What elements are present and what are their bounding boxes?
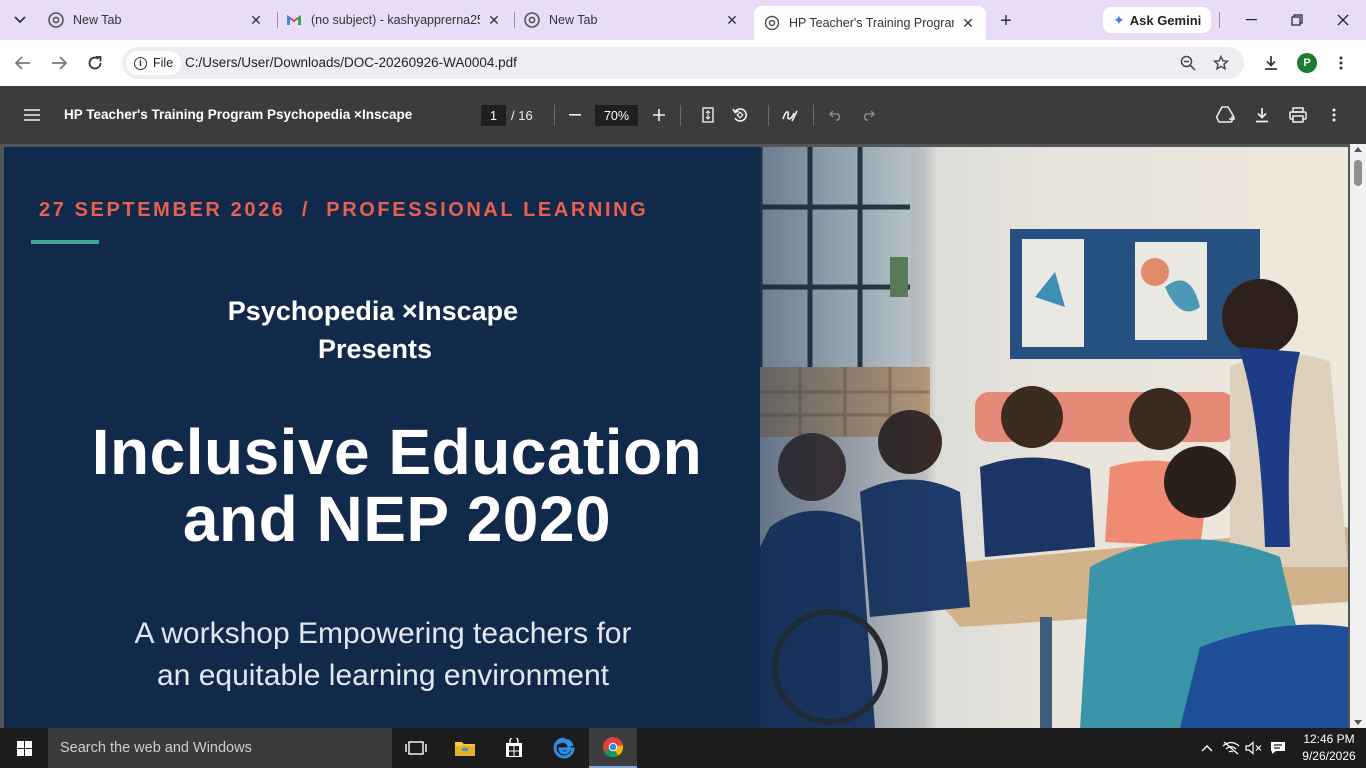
presenter-line-1: Psychopedia ×Inscape xyxy=(227,296,519,326)
headline-line-2: and NEP 2020 xyxy=(182,483,612,555)
ask-gemini-button[interactable]: ✦ Ask Gemini xyxy=(1103,7,1212,33)
tab-gmail[interactable]: (no subject) - kashyapprerna250 ✕ xyxy=(276,6,512,34)
tab-title: HP Teacher's Training Program Psychopedi… xyxy=(789,16,954,30)
scroll-down-arrow-icon[interactable] xyxy=(1354,720,1362,725)
gemini-sparkle-icon: ✦ xyxy=(1113,11,1125,28)
zoom-in-icon[interactable] xyxy=(648,104,670,126)
cover-subtitle: A workshop Empowering teachers for an eq… xyxy=(4,613,762,697)
cover-headline: Inclusive Education and NEP 2020 xyxy=(4,419,790,553)
date-category-kicker: 27 SEPTEMBER 2026 / PROFESSIONAL LEARNIN… xyxy=(39,199,649,221)
file-explorer-icon[interactable] xyxy=(441,728,489,768)
pdf-document-area[interactable]: 27 SEPTEMBER 2026 / PROFESSIONAL LEARNIN… xyxy=(0,144,1366,728)
volume-muted-icon[interactable] xyxy=(1244,738,1264,758)
presenter-line-2: Presents xyxy=(317,334,433,364)
system-clock[interactable]: 12:46 PM 9/26/2026 xyxy=(1296,731,1362,765)
accent-underline xyxy=(31,240,99,244)
forward-arrow-icon[interactable] xyxy=(46,50,72,76)
store-icon[interactable] xyxy=(490,728,538,768)
tab-title: New Tab xyxy=(73,13,122,27)
page-number-input[interactable]: 1 xyxy=(481,105,506,126)
browser-menu-icon[interactable] xyxy=(1330,52,1352,74)
info-icon: i xyxy=(134,56,147,70)
bookmark-star-icon[interactable] xyxy=(1211,53,1231,73)
back-arrow-icon[interactable] xyxy=(10,50,36,76)
fit-to-page-icon[interactable] xyxy=(697,104,719,126)
new-tab-button[interactable]: + xyxy=(994,9,1018,33)
tab-new-tab-1[interactable]: New Tab ✕ xyxy=(38,6,274,34)
close-window-button[interactable] xyxy=(1320,0,1366,40)
browser-toolbar: i File C:/Users/User/Downloads/DOC-20260… xyxy=(0,40,1366,86)
zoom-out-icon[interactable] xyxy=(564,104,586,126)
edge-browser-icon[interactable] xyxy=(540,728,588,768)
profile-avatar[interactable]: P xyxy=(1297,53,1317,73)
reload-icon[interactable] xyxy=(82,50,108,76)
close-tab-icon[interactable]: ✕ xyxy=(724,12,740,28)
downloads-icon[interactable] xyxy=(1260,52,1282,74)
zoom-magnifier-icon[interactable] xyxy=(1178,53,1198,73)
toolbar-divider xyxy=(680,105,681,126)
close-tab-icon[interactable]: ✕ xyxy=(960,15,976,31)
tab-strip: New Tab ✕ (no subject) - kashyapprerna25… xyxy=(0,0,1366,40)
subtitle-line-2: an equitable learning environment xyxy=(157,659,609,692)
undo-icon[interactable] xyxy=(825,104,847,126)
address-bar[interactable]: i File C:/Users/User/Downloads/DOC-20260… xyxy=(122,47,1244,79)
gemini-label: Ask Gemini xyxy=(1129,12,1202,28)
close-tab-icon[interactable]: ✕ xyxy=(248,12,264,28)
ai-drive-icon[interactable] xyxy=(1215,104,1237,126)
start-button[interactable] xyxy=(0,728,48,768)
tab-title: (no subject) - kashyapprerna250 xyxy=(311,13,480,27)
scroll-thumb[interactable] xyxy=(1354,160,1362,186)
pdf-download-icon[interactable] xyxy=(1251,104,1273,126)
chrome-icon xyxy=(524,12,540,28)
globe-icon xyxy=(764,15,780,31)
toolbar-divider xyxy=(813,105,814,126)
pdf-document-title: HP Teacher's Training Program Psychopedi… xyxy=(64,107,413,122)
zoom-level-input[interactable]: 70% xyxy=(595,105,638,126)
tab-new-tab-2[interactable]: New Tab ✕ xyxy=(514,6,750,34)
cover-text-panel: 27 SEPTEMBER 2026 / PROFESSIONAL LEARNIN… xyxy=(4,147,760,728)
tab-title: New Tab xyxy=(549,13,598,27)
windows-logo-icon xyxy=(16,740,32,756)
task-view-icon[interactable] xyxy=(392,728,440,768)
restore-button[interactable] xyxy=(1274,0,1320,40)
gmail-icon xyxy=(287,15,301,25)
scroll-up-arrow-icon[interactable] xyxy=(1354,147,1362,152)
rotate-icon[interactable] xyxy=(729,104,751,126)
subtitle-line-1: A workshop Empowering teachers for xyxy=(134,617,632,650)
annotate-pen-icon[interactable] xyxy=(779,104,801,126)
file-chip-label: File xyxy=(153,56,174,70)
action-center-icon[interactable] xyxy=(1268,738,1288,758)
url-text[interactable]: C:/Users/User/Downloads/DOC-20260926-WA0… xyxy=(185,55,517,70)
clock-time: 12:46 PM xyxy=(1303,732,1355,746)
pdf-toolbar: HP Teacher's Training Program Psychopedi… xyxy=(0,86,1366,144)
chrome-taskbar-icon[interactable] xyxy=(589,728,637,768)
windows-taskbar: Search the web and Windows 12:46 PM 9/26… xyxy=(0,728,1366,768)
page-total: / 16 xyxy=(511,108,533,123)
tab-pdf-active[interactable]: HP Teacher's Training Program Psychopedi… xyxy=(754,6,986,40)
tab-separator xyxy=(1219,12,1220,28)
minimize-button[interactable] xyxy=(1228,0,1274,40)
pdf-sidebar-menu-icon[interactable] xyxy=(22,105,42,125)
close-tab-icon[interactable]: ✕ xyxy=(486,12,502,28)
chrome-icon xyxy=(48,12,64,28)
presenter-heading: Psychopedia ×Inscape Presents xyxy=(4,292,738,368)
show-hidden-icons-chevron-icon[interactable] xyxy=(1197,738,1217,758)
vertical-scrollbar[interactable] xyxy=(1350,144,1366,728)
tab-search-chevron-icon[interactable] xyxy=(8,8,32,32)
taskbar-search-box[interactable]: Search the web and Windows xyxy=(48,728,392,768)
pdf-more-options-icon[interactable] xyxy=(1323,104,1345,126)
pdf-page-1: 27 SEPTEMBER 2026 / PROFESSIONAL LEARNIN… xyxy=(4,147,1348,728)
classroom-photo xyxy=(760,147,1348,728)
network-disconnected-icon[interactable] xyxy=(1221,738,1241,758)
toolbar-divider xyxy=(554,105,555,126)
print-icon[interactable] xyxy=(1287,104,1309,126)
toolbar-divider xyxy=(768,105,769,126)
site-info-chip[interactable]: i File xyxy=(126,51,182,75)
headline-line-1: Inclusive Education xyxy=(91,416,703,488)
clock-date: 9/26/2026 xyxy=(1302,749,1356,763)
redo-icon[interactable] xyxy=(857,104,879,126)
